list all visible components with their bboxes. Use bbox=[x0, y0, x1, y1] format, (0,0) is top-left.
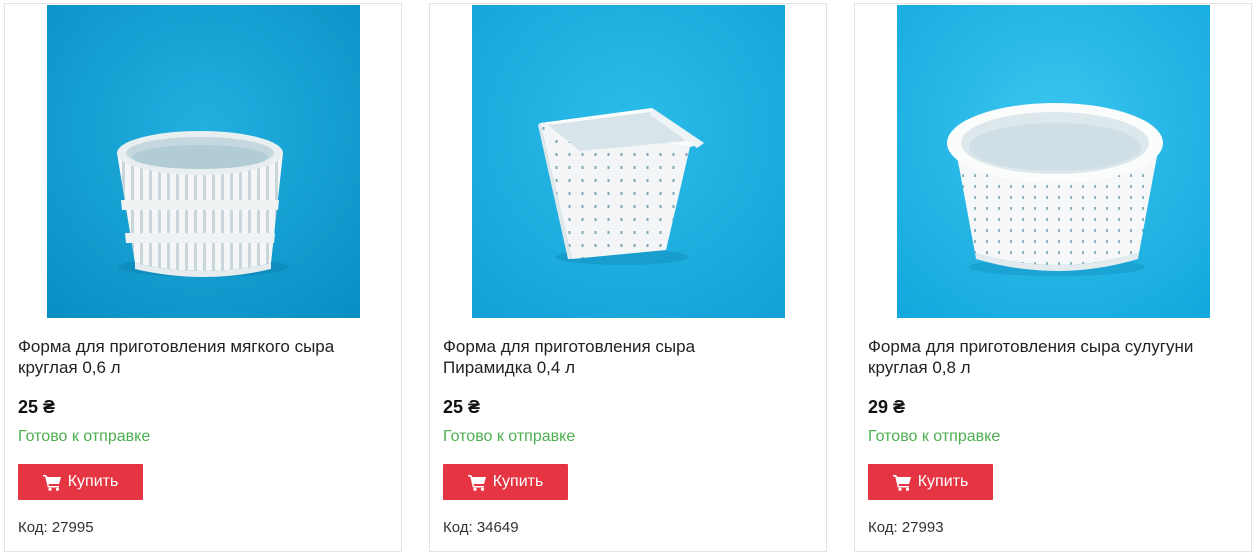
cart-icon bbox=[42, 474, 62, 491]
product-image[interactable] bbox=[897, 5, 1210, 318]
product-title[interactable]: Форма для приготовления сыра Пирамидка 0… bbox=[443, 336, 773, 378]
product-title[interactable]: Форма для приготовления мягкого сыра кру… bbox=[18, 336, 348, 378]
stock-status: Готово к отправке bbox=[443, 428, 576, 445]
product-price: 29 ₴ bbox=[868, 397, 906, 417]
stock-status: Готово к отправке bbox=[18, 428, 151, 445]
stock-status: Готово к отправке bbox=[868, 428, 1001, 445]
product-card: Форма для приготовления сыра Пирамидка 0… bbox=[429, 3, 827, 552]
product-price: 25 ₴ bbox=[443, 397, 481, 417]
cart-icon bbox=[467, 474, 487, 491]
product-title[interactable]: Форма для приготовления сыра сулугуни кр… bbox=[868, 336, 1198, 378]
buy-button[interactable]: Купить bbox=[18, 464, 143, 500]
product-code: Код: 34649 bbox=[443, 519, 519, 536]
product-code: Код: 27993 bbox=[868, 519, 944, 536]
buy-button-label: Купить bbox=[67, 473, 119, 490]
cart-icon bbox=[892, 474, 912, 491]
buy-button[interactable]: Купить bbox=[868, 464, 993, 500]
product-code: Код: 27995 bbox=[18, 519, 94, 536]
product-card: Форма для приготовления сыра сулугуни кр… bbox=[854, 3, 1252, 552]
product-price: 25 ₴ bbox=[18, 397, 56, 417]
product-image[interactable] bbox=[472, 5, 785, 318]
buy-button-label: Купить bbox=[917, 473, 969, 490]
buy-button-label: Купить bbox=[492, 473, 544, 490]
product-card: Форма для приготовления мягкого сыра кру… bbox=[4, 3, 402, 552]
buy-button[interactable]: Купить bbox=[443, 464, 568, 500]
product-image[interactable] bbox=[47, 5, 360, 318]
